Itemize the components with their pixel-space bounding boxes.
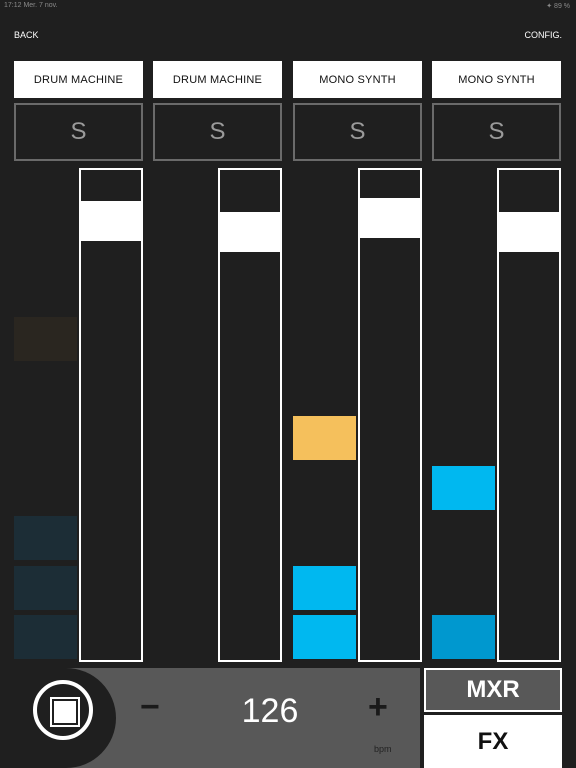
status-battery: ✦ 89 % [546,3,570,10]
solo-button-4[interactable]: S [432,103,561,161]
channel-name-4[interactable]: MONO SYNTH [432,61,561,98]
status-time: 17:12 Mer. 7 nov. [4,2,58,9]
pad-ch1-dim[interactable] [14,615,77,659]
fader-track [360,198,420,660]
solo-button-1[interactable]: S [14,103,143,161]
status-bar: 17:12 Mer. 7 nov. ✦ 89 % [0,0,576,12]
fader-thumb[interactable] [220,212,280,252]
fader-track [499,212,559,660]
fader-track [81,212,141,660]
fader-thumb[interactable] [499,212,559,252]
pad-ch4-active[interactable] [432,466,495,510]
tempo-increase-button[interactable]: + [368,688,388,727]
pad-ch1-dim[interactable] [14,516,77,560]
pad-ch3-active[interactable] [293,615,356,659]
volume-fader-2[interactable] [218,168,282,662]
back-button[interactable]: BACK [14,30,39,40]
channel-name-2[interactable]: DRUM MACHINE [153,61,282,98]
tempo-decrease-button[interactable]: − [140,688,160,727]
solo-button-3[interactable]: S [293,103,422,161]
pad-ch1-dim[interactable] [14,566,77,610]
stop-icon [52,699,78,725]
channel-name-3[interactable]: MONO SYNTH [293,61,422,98]
tempo-value: 126 [241,692,299,730]
channel-name-1[interactable]: DRUM MACHINE [14,61,143,98]
solo-button-2[interactable]: S [153,103,282,161]
volume-fader-3[interactable] [358,168,422,662]
pad-ch4-active[interactable] [432,615,495,659]
mxr-mode-button[interactable]: MXR [424,668,562,712]
fader-thumb[interactable] [360,198,420,238]
stop-button[interactable] [33,680,93,740]
fx-mode-button[interactable]: FX [424,715,562,768]
fader-thumb[interactable] [81,201,141,241]
pad-ch1-dim[interactable] [14,317,77,361]
pad-ch3-active[interactable] [293,566,356,610]
pad-ch3-active[interactable] [293,416,356,460]
config-button[interactable]: CONFIG. [525,30,563,40]
volume-fader-1[interactable] [79,168,143,662]
tempo-unit: bpm [374,744,392,754]
volume-fader-4[interactable] [497,168,561,662]
fader-track [220,212,280,660]
